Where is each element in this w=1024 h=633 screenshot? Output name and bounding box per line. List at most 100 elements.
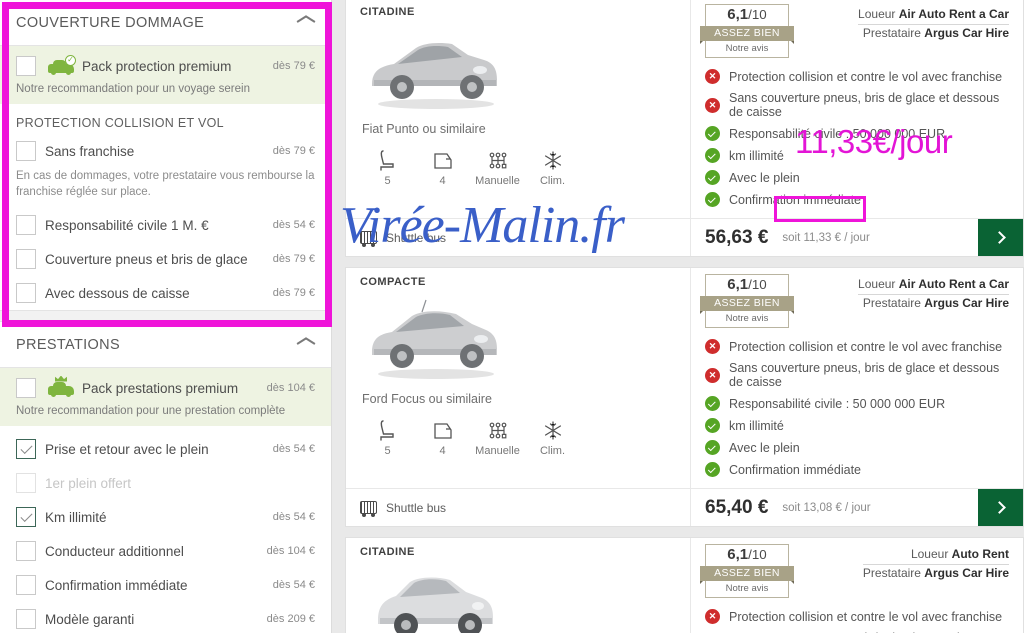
feature-item: Confirmation immédiate <box>705 192 1009 207</box>
cross-icon <box>705 339 720 354</box>
feature-text: km illimité <box>729 418 784 433</box>
premium-option-prestations[interactable]: Pack prestations premium dès 104 € Notre… <box>0 368 331 427</box>
option-dessous-de-caisse[interactable]: Avec dessous de caisse dès 79 € <box>0 276 331 310</box>
option-label: Avec dessous de caisse <box>45 285 190 301</box>
checkbox-couverture-pneus[interactable] <box>16 249 36 270</box>
booking-bar: Shuttle bus 56,63 € soit 11,33 € / jour <box>346 218 1023 256</box>
supplier-label: Prestataire <box>862 26 921 40</box>
chevron-up-icon[interactable] <box>297 17 315 28</box>
result-card[interactable]: CITADINE Fiat Punto ou similaire 5 4 Man… <box>345 0 1024 257</box>
option-responsabilite-civile[interactable]: Responsabilité civile 1 M. € dès 54 € <box>0 208 331 242</box>
spec-value: Clim. <box>539 175 566 187</box>
premium-option-protection[interactable]: ✓ Pack protection premium dès 79 € Notre… <box>0 46 331 104</box>
premium-price: dès 79 € <box>272 60 315 72</box>
premium-subtitle: Notre recommandation pour un voyage sere… <box>16 83 250 95</box>
supplier-name: Argus Car Hire <box>924 566 1009 580</box>
feature-text: Sans couverture pneus, bris de glace et … <box>729 361 1000 389</box>
premium-price: dès 104 € <box>266 382 315 395</box>
check-icon <box>705 440 720 455</box>
checkbox-sans-franchise[interactable] <box>16 141 36 161</box>
spec-value: Clim. <box>539 445 566 457</box>
option-prise-retour-plein[interactable]: Prise et retour avec le plein dès 54 € <box>0 432 331 466</box>
rating-score: 6,1 <box>727 276 749 293</box>
select-offer-button[interactable] <box>978 219 1023 256</box>
checkbox-pack-prestations-premium[interactable] <box>16 378 36 399</box>
renter-label: Loueur <box>858 277 896 291</box>
checkbox-pack-protection-premium[interactable] <box>16 56 36 76</box>
spec-value: Manuelle <box>475 175 520 187</box>
vehicle-summary: CITADINE Fiat Punto ou similaire 5 4 Man… <box>346 0 691 218</box>
feature-item: Avec le plein <box>705 170 1009 185</box>
vehicle-summary: CITADINE VW Up ou similaire <box>346 538 691 633</box>
door-icon <box>415 416 470 442</box>
vehicle-model: Ford Focus ou similaire <box>362 392 492 406</box>
option-confirmation-immediate[interactable]: Confirmation immédiate dès 54 € <box>0 568 331 602</box>
checkbox-dessous-de-caisse[interactable] <box>16 283 36 304</box>
option-label: Conducteur additionnel <box>45 543 184 559</box>
option-price: dès 54 € <box>272 219 315 232</box>
option-km-illimite[interactable]: Km illimité dès 54 € <box>0 500 331 534</box>
spec-value: 4 <box>439 175 446 187</box>
renter-label: Loueur <box>858 7 896 21</box>
vehicle-category: COMPACTE <box>360 276 426 288</box>
checkbox-confirmation-immediate[interactable] <box>16 575 36 596</box>
spec-value: 4 <box>439 445 446 457</box>
result-card[interactable]: CITADINE VW Up ou similaire <box>345 537 1024 633</box>
cross-icon <box>705 609 720 624</box>
option-couverture-pneus[interactable]: Couverture pneus et bris de glace dès 79… <box>0 242 331 276</box>
vehicle-specs: 5 4 Manuelle Clim. <box>360 146 676 187</box>
check-icon <box>705 462 720 477</box>
option-sans-franchise[interactable]: Sans franchise dès 79 € <box>0 134 331 168</box>
premium-label: Pack protection premium <box>82 58 232 74</box>
result-card[interactable]: COMPACTE Ford Focus ou similaire 5 4 Man… <box>345 267 1024 527</box>
cross-icon <box>705 69 720 84</box>
rating-outof: /10 <box>748 7 767 22</box>
renter-name: Air Auto Rent a Car <box>898 277 1009 291</box>
checkbox-1er-plein-offert <box>16 473 36 494</box>
feature-list: Protection collision et contre le vol av… <box>705 69 1009 207</box>
vehicle-category: CITADINE <box>360 6 415 18</box>
spec-doors: 4 <box>415 146 470 187</box>
checkbox-prise-retour-plein[interactable] <box>16 439 36 460</box>
checkbox-conducteur-additionnel[interactable] <box>16 541 36 562</box>
rating-band: ASSEZ BIEN <box>700 26 794 44</box>
offer-details: 6,1/10 ASSEZ BIEN Notre avis Loueur Air … <box>691 268 1023 488</box>
section-header-prestations[interactable]: PRESTATIONS <box>0 322 331 369</box>
car-crown-icon <box>48 375 74 397</box>
feature-item: Protection collision et contre le vol av… <box>705 339 1009 354</box>
option-modele-garanti[interactable]: Modèle garanti dès 209 € <box>0 602 331 633</box>
transfer-info: Shuttle bus <box>346 219 691 256</box>
option-label: 1er plein offert <box>45 475 132 491</box>
supplier-line: Prestataire Argus Car Hire <box>863 565 1009 583</box>
chevron-up-icon[interactable] <box>297 339 315 350</box>
renter-label: Loueur <box>910 547 949 561</box>
option-price: dès 79 € <box>272 287 315 300</box>
spec-aircon: Clim. <box>525 416 580 457</box>
rating-band: ASSEZ BIEN <box>700 296 794 314</box>
check-icon <box>705 396 720 411</box>
feature-text: Protection collision et contre le vol av… <box>729 609 1003 624</box>
rating-note: Notre avis <box>705 581 789 598</box>
gearbox-icon <box>470 146 525 172</box>
feature-item: Responsabilité civile : 50 000 000 EUR <box>705 396 1009 411</box>
spec-transmission: Manuelle <box>470 146 525 187</box>
feature-item: km illimité <box>705 148 1009 163</box>
renter-line: Loueur Air Auto Rent a Car <box>858 6 1009 25</box>
option-description: En cas de dommages, votre prestataire vo… <box>16 170 315 198</box>
price-zone: 65,40 € soit 13,08 € / jour <box>691 489 978 526</box>
section-header-couverture-dommage[interactable]: COUVERTURE DOMMAGE <box>0 0 331 46</box>
premium-subtitle: Notre recommandation pour une prestation… <box>16 405 286 418</box>
cross-icon <box>705 97 720 113</box>
transfer-label: Shuttle bus <box>386 230 447 245</box>
select-offer-button[interactable] <box>978 489 1023 526</box>
spec-value: 5 <box>384 445 391 457</box>
option-conducteur-additionnel[interactable]: Conducteur additionnel dès 104 € <box>0 534 331 568</box>
section-title: COUVERTURE DOMMAGE <box>16 14 205 31</box>
feature-item: Protection collision et contre le vol av… <box>705 69 1009 84</box>
checkbox-responsabilite-civile[interactable] <box>16 215 36 236</box>
checkbox-modele-garanti[interactable] <box>16 609 36 630</box>
checkbox-km-illimite[interactable] <box>16 507 36 528</box>
section-title: PRESTATIONS <box>16 336 121 353</box>
cross-icon <box>705 367 720 383</box>
gearbox-icon <box>470 416 525 442</box>
